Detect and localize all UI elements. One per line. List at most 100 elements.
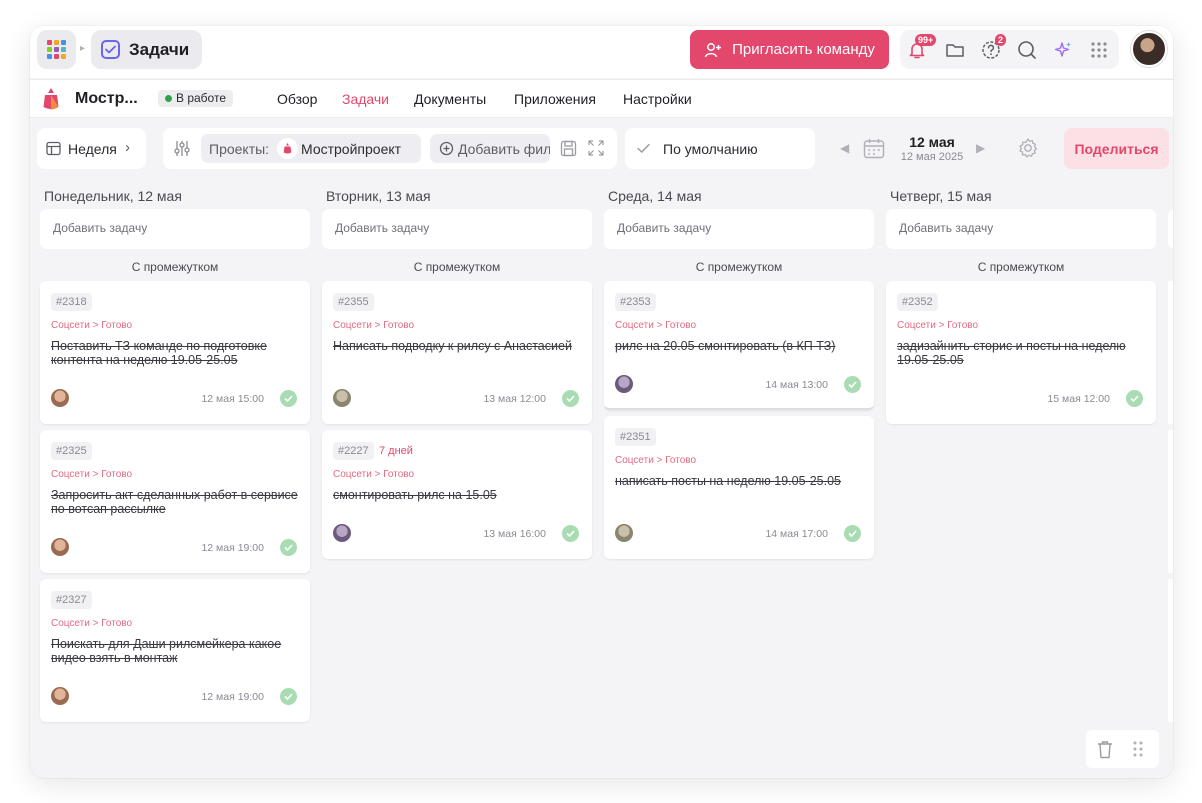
task-path[interactable]: Соцсети > Готово	[333, 320, 414, 331]
next-period-icon[interactable]: ▶	[976, 141, 985, 155]
task-path[interactable]: Соцсети > Готово	[51, 469, 132, 480]
task-title[interactable]: задизайнить сторис и посты на неделю 19.…	[897, 339, 1147, 367]
task-path[interactable]: Соцсети > Готово	[615, 320, 696, 331]
task-card[interactable]: #2351 Соцсети > Готово написать посты на…	[604, 416, 874, 559]
task-card[interactable]: #2325 Соцсети > Готово Запросить акт сде…	[40, 430, 310, 573]
done-check-icon[interactable]	[562, 390, 579, 407]
task-time: 13 мая 16:00	[483, 528, 546, 540]
assignee-avatar[interactable]	[333, 389, 351, 407]
project-status-badge[interactable]: В работе	[158, 90, 234, 107]
module-switcher[interactable]: Задачи	[91, 30, 203, 69]
tab-apps[interactable]: Приложения	[514, 91, 596, 107]
add-filter-button[interactable]: Добавить фил	[430, 134, 550, 163]
help-badge: 2	[995, 34, 1007, 46]
done-check-icon[interactable]	[280, 688, 297, 705]
column-header-monday: Понедельник, 12 мая	[44, 188, 182, 204]
assignee-avatar[interactable]	[51, 538, 69, 556]
assignee-avatar[interactable]	[51, 687, 69, 705]
task-path[interactable]: Соцсети > Готово	[615, 455, 696, 466]
task-title[interactable]: написать посты на неделю 19.05-25.05	[615, 474, 865, 488]
task-id: #2318	[51, 293, 92, 311]
project-name[interactable]: Мостр...	[75, 90, 138, 108]
task-path[interactable]: Соцсети > Готово	[51, 618, 132, 629]
next-column-card[interactable]	[1168, 579, 1173, 722]
task-card[interactable]: #2352 Соцсети > Готово задизайнить стори…	[886, 281, 1156, 424]
assignee-avatar[interactable]	[615, 375, 633, 393]
task-path[interactable]: Соцсети > Готово	[333, 469, 414, 480]
gap-mode-label[interactable]: С промежутком	[40, 260, 310, 274]
assignee-avatar[interactable]	[51, 389, 69, 407]
more-apps-button[interactable]	[1084, 30, 1114, 69]
invite-team-button[interactable]: Пригласить команду	[690, 30, 889, 69]
filter-sliders-icon[interactable]	[173, 139, 191, 158]
assignee-avatar[interactable]	[333, 524, 351, 542]
sort-selector[interactable]: По умолчанию	[625, 128, 815, 169]
help-button[interactable]: 2	[976, 30, 1007, 69]
plus-circle-icon	[439, 141, 454, 156]
notifications-button[interactable]: 99+	[902, 30, 937, 69]
project-logo-icon	[43, 88, 59, 110]
add-task-next-column[interactable]	[1168, 209, 1173, 249]
bottom-tools	[1086, 730, 1159, 768]
task-card[interactable]: #2355 Соцсети > Готово Написать подводку…	[322, 281, 592, 424]
folder-icon	[946, 43, 964, 57]
column-header-tuesday: Вторник, 13 мая	[326, 188, 431, 204]
user-avatar[interactable]	[1131, 31, 1167, 67]
done-check-icon[interactable]	[844, 376, 861, 393]
drag-handle-icon[interactable]	[1133, 741, 1143, 757]
chevron-right-icon: ›	[125, 139, 130, 156]
task-time: 12 мая 19:00	[201, 542, 264, 554]
task-path[interactable]: Соцсети > Готово	[897, 320, 978, 331]
task-title[interactable]: смонтировать рилс на 15.05	[333, 488, 583, 502]
current-date[interactable]: 12 мая	[898, 134, 966, 150]
save-filter-icon[interactable]	[560, 140, 577, 157]
add-user-icon	[704, 42, 722, 57]
trash-icon[interactable]	[1097, 740, 1113, 759]
task-card[interactable]: #2318 Соцсети > Готово Поставить ТЗ кома…	[40, 281, 310, 424]
tab-documents[interactable]: Документы	[414, 91, 486, 107]
ai-assistant-button[interactable]	[1048, 30, 1078, 69]
done-check-icon[interactable]	[844, 525, 861, 542]
add-task-thursday[interactable]: Добавить задачу	[886, 209, 1156, 249]
task-title[interactable]: Написать подводку к рилсу с Анастасией	[333, 339, 583, 353]
gap-mode-label[interactable]: С промежутком	[604, 260, 874, 274]
projects-filter-chip[interactable]: Проекты: Мостройпроект	[201, 134, 421, 163]
task-title[interactable]: Поискать для Даши рилсмейкера какое виде…	[51, 637, 301, 665]
gap-mode-label[interactable]: С промежутком	[322, 260, 592, 274]
next-column-card[interactable]	[1168, 430, 1173, 573]
task-title[interactable]: рилс на 20.05 смонтировать (в КП ТЗ)	[615, 339, 865, 353]
task-card[interactable]: #2353 Соцсети > Готово рилс на 20.05 смо…	[604, 281, 874, 410]
task-card[interactable]: #2227 7 дней Соцсети > Готово смонтирова…	[322, 430, 592, 559]
files-button[interactable]	[940, 30, 970, 69]
tab-overview[interactable]: Обзор	[277, 91, 317, 107]
add-task-tuesday[interactable]: Добавить задачу	[322, 209, 592, 249]
assignee-avatar[interactable]	[615, 524, 633, 542]
invite-team-label: Пригласить команду	[732, 41, 875, 58]
share-button[interactable]: Поделиться	[1064, 128, 1169, 169]
tasks-check-icon	[101, 40, 120, 59]
next-column-card[interactable]	[1168, 281, 1173, 424]
task-path[interactable]: Соцсети > Готово	[51, 320, 132, 331]
task-title[interactable]: Запросить акт сделанных работ в сервисе …	[51, 488, 301, 516]
tab-settings[interactable]: Настройки	[623, 91, 692, 107]
add-task-wednesday[interactable]: Добавить задачу	[604, 209, 874, 249]
gap-mode-label[interactable]: С промежутком	[886, 260, 1156, 274]
tab-tasks[interactable]: Задачи	[342, 91, 389, 107]
add-task-monday[interactable]: Добавить задачу	[40, 209, 310, 249]
done-check-icon[interactable]	[280, 390, 297, 407]
gear-icon[interactable]	[1017, 137, 1039, 159]
task-title[interactable]: Поставить ТЗ команде по подготовке конте…	[51, 339, 301, 367]
view-selector[interactable]: Неделя ›	[37, 128, 146, 169]
dots-grid-icon	[1091, 41, 1107, 58]
done-check-icon[interactable]	[280, 539, 297, 556]
apps-menu-button[interactable]	[37, 30, 76, 69]
calendar-icon[interactable]	[863, 138, 885, 159]
done-check-icon[interactable]	[1126, 390, 1143, 407]
prev-period-icon[interactable]: ◀	[840, 141, 849, 155]
sparkles-icon	[1054, 41, 1071, 57]
done-check-icon[interactable]	[562, 525, 579, 542]
task-time: 12 мая 15:00	[201, 393, 264, 405]
search-button[interactable]	[1012, 30, 1042, 69]
task-card[interactable]: #2327 Соцсети > Готово Поискать для Даши…	[40, 579, 310, 722]
expand-icon[interactable]	[588, 140, 604, 156]
